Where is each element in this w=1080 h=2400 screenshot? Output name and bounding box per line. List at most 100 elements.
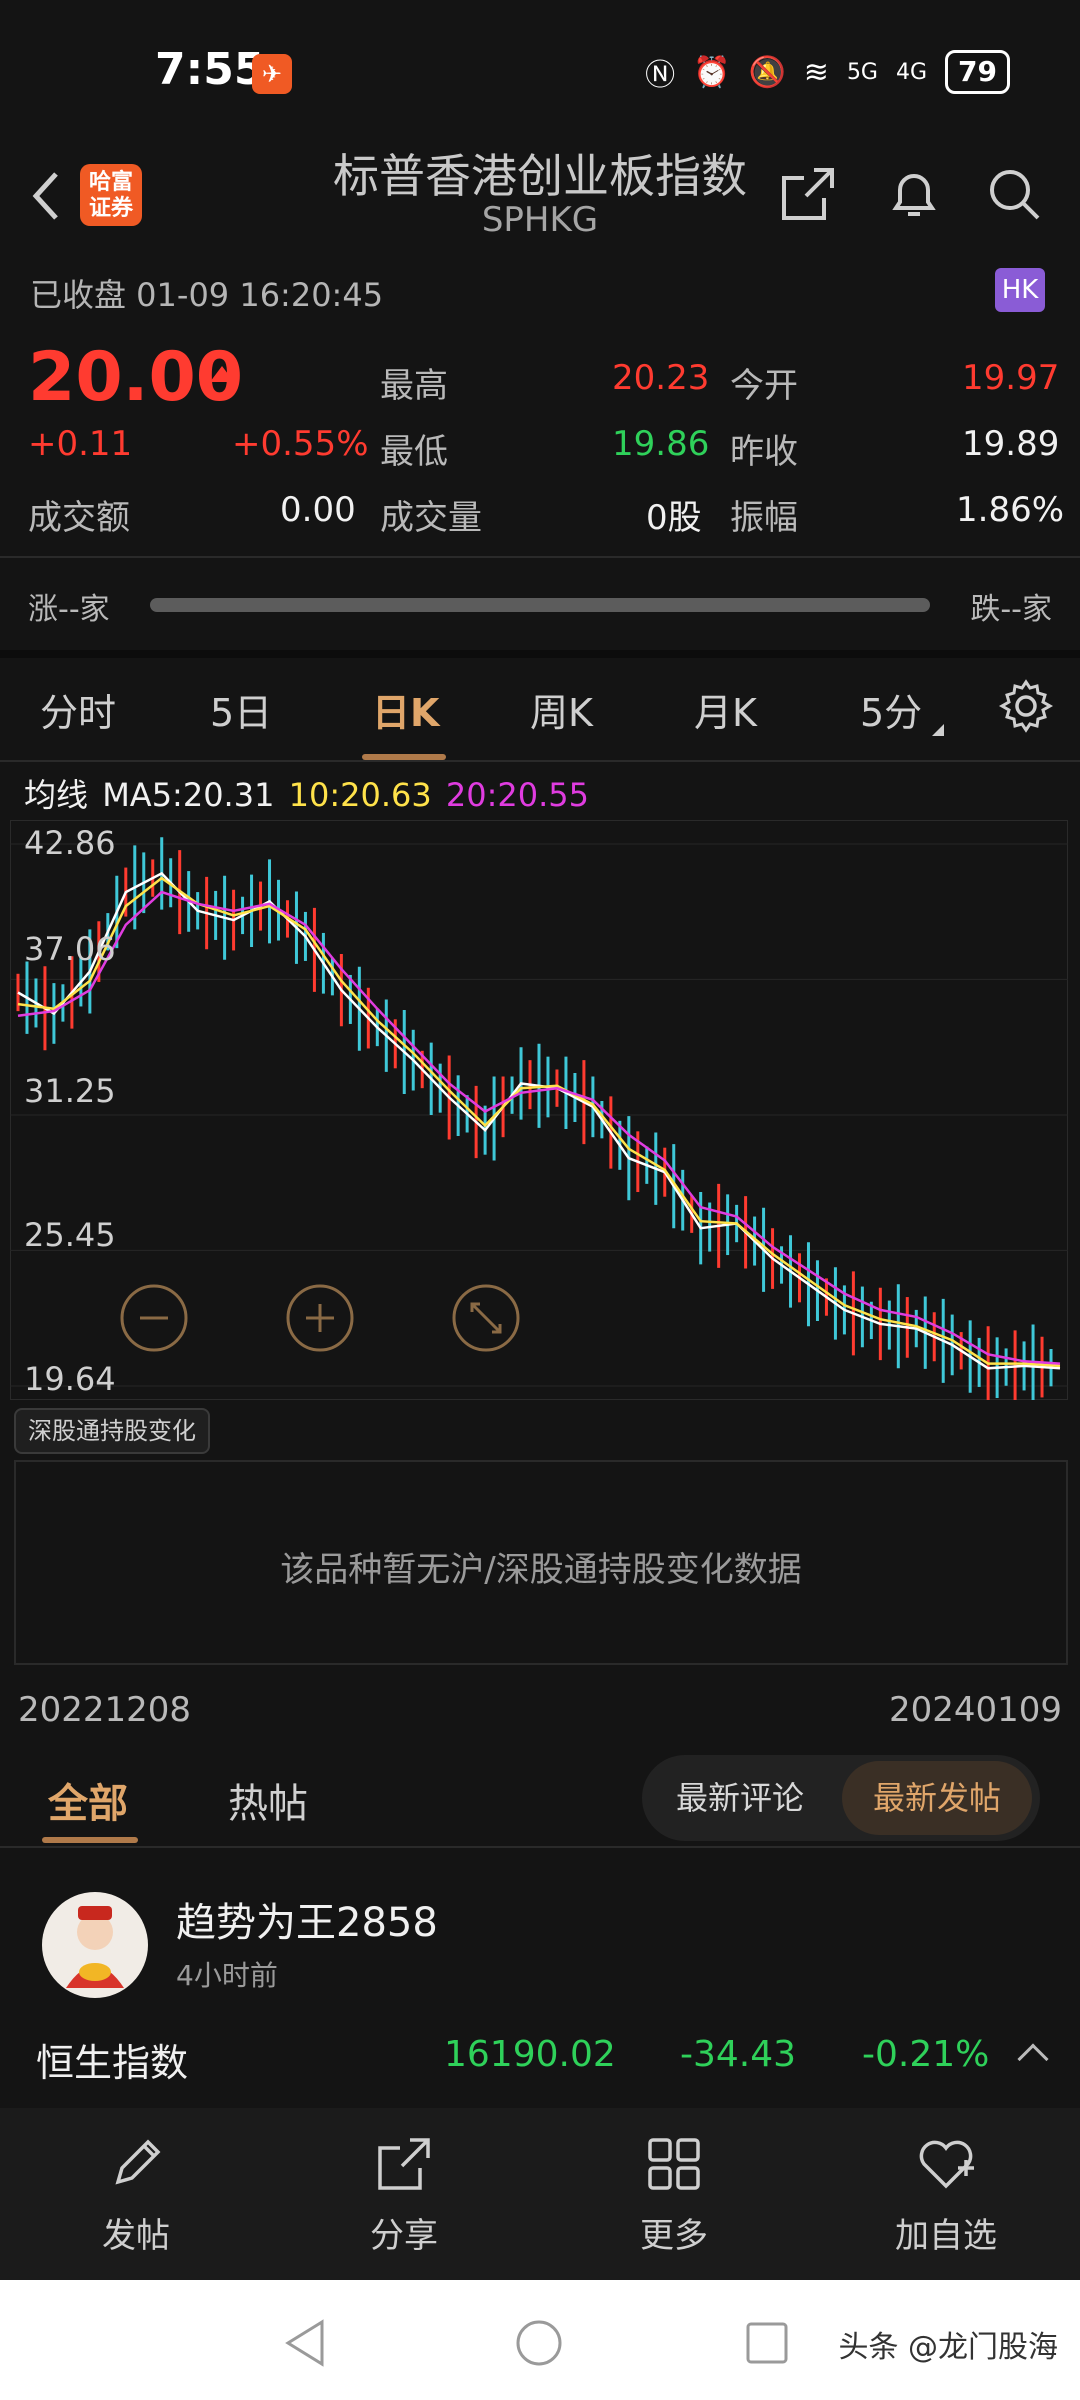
advancers-label: 涨--家 xyxy=(28,592,110,627)
dropdown-triangle-icon xyxy=(932,724,944,736)
ma-legend: 均线 MA5:20.31 10:20.63 20:20.55 xyxy=(24,770,593,816)
index-ticker[interactable]: 恒生指数 16190.02 -34.43 -0.21% xyxy=(0,2020,1080,2100)
tab-monthly-k[interactable]: 月K xyxy=(694,682,757,737)
alarm-icon: ⏰ xyxy=(693,54,731,90)
volume-value: 0股 xyxy=(646,498,702,538)
add-watchlist-button[interactable]: 加自选 xyxy=(876,2132,1016,2257)
y-tick: 25.45 xyxy=(24,1216,116,1254)
network-5g: 5G xyxy=(846,59,878,85)
tab-5min[interactable]: 5分 xyxy=(860,682,922,737)
nav-recents-icon[interactable] xyxy=(744,2320,790,2366)
gear-icon[interactable] xyxy=(998,678,1054,734)
kline-chart[interactable]: 42.86 37.06 31.25 25.45 19.64 xyxy=(10,820,1068,1411)
feed-tabs: 全部 热帖 最新评论 最新发帖 xyxy=(0,1745,1080,1845)
status-time: 7:55 xyxy=(155,44,265,95)
top-nav: 哈富证券 标普香港创业板指数 SPHKG xyxy=(0,140,1080,250)
nav-home-icon[interactable] xyxy=(514,2318,564,2368)
share-label: 分享 xyxy=(370,2216,438,2256)
mute-icon: 🔕 xyxy=(748,54,786,90)
market-breadth: 涨--家 跌--家 xyxy=(0,570,1080,640)
avatar[interactable] xyxy=(42,1892,148,1998)
network-4g: 4G xyxy=(895,59,928,85)
pencil-icon xyxy=(115,2139,161,2185)
low-value: 19.86 xyxy=(612,424,710,464)
battery-icon: 79 xyxy=(945,50,1010,94)
y-tick: 31.25 xyxy=(24,1072,116,1110)
status-icons: Ⓝ ⏰ 🔕 ≋ 5G 4G 79 xyxy=(645,50,1010,94)
divider xyxy=(0,760,1080,762)
app-notification-icon: ✈ xyxy=(252,54,292,94)
post-button[interactable]: 发帖 xyxy=(66,2132,206,2257)
active-tab-indicator xyxy=(42,1837,138,1843)
high-label: 最高 xyxy=(380,366,448,406)
decliners-label: 跌--家 xyxy=(970,592,1052,627)
hold-change-tag[interactable]: 深股通持股变化 xyxy=(14,1408,210,1454)
share-button[interactable]: 分享 xyxy=(334,2132,474,2257)
tab-weekly-k[interactable]: 周K xyxy=(530,682,593,737)
turnover-label: 成交额 xyxy=(28,498,130,538)
fullscreen-icon[interactable] xyxy=(450,1282,522,1354)
ma20-value: 20:20.55 xyxy=(445,776,589,814)
market-badge: HK xyxy=(995,268,1045,312)
search-icon[interactable] xyxy=(982,162,1046,226)
bell-icon[interactable] xyxy=(882,162,946,226)
tab-daily-k[interactable]: 日K xyxy=(372,682,439,737)
heart-plus-icon xyxy=(919,2140,974,2189)
breadth-bar xyxy=(150,598,930,612)
tab-hot[interactable]: 热帖 xyxy=(228,1771,308,1829)
low-label: 最低 xyxy=(380,432,448,472)
watermark: 头条 @龙门股海 xyxy=(838,2330,1058,2365)
sort-latest-posts[interactable]: 最新发帖 xyxy=(842,1761,1032,1835)
ma10-value: 10:20.63 xyxy=(288,776,432,814)
sort-latest-comments[interactable]: 最新评论 xyxy=(642,1755,838,1841)
tab-all[interactable]: 全部 xyxy=(48,1771,128,1829)
open-value: 19.97 xyxy=(962,358,1060,398)
ticker-change-pct: -0.21% xyxy=(862,2034,990,2075)
back-arrow-icon[interactable] xyxy=(28,166,68,226)
more-button[interactable]: 更多 xyxy=(604,2132,744,2257)
post-item[interactable]: 趋势为王2858 4小时前 xyxy=(0,1850,1080,2000)
nav-back-icon[interactable] xyxy=(282,2318,328,2368)
price-change-pct: +0.55% xyxy=(232,424,369,464)
zoom-in-icon[interactable] xyxy=(284,1282,356,1354)
nfc-icon: Ⓝ xyxy=(645,58,676,93)
divider xyxy=(0,1846,1080,1848)
chart-period-tabs: 分时 5日 日K 周K 月K 5分 xyxy=(0,652,1080,762)
prev-close-label: 昨收 xyxy=(730,432,798,472)
tab-5day[interactable]: 5日 xyxy=(210,682,272,737)
ticker-change: -34.43 xyxy=(680,2034,797,2075)
tab-intraday[interactable]: 分时 xyxy=(40,682,116,737)
ticker-name: 恒生指数 xyxy=(36,2041,189,2085)
amplitude-label: 振幅 xyxy=(730,498,798,538)
ticker-code: SPHKG xyxy=(481,200,599,240)
bottom-action-bar: 发帖 分享 更多 加自选 xyxy=(0,2108,1080,2280)
grid-icon xyxy=(648,2138,700,2190)
avatar-image xyxy=(66,1906,124,1988)
empty-message: 该品种暂无沪/深股通持股变化数据 xyxy=(280,1550,802,1590)
watchlist-label: 加自选 xyxy=(895,2216,997,2256)
price-change: +0.11 xyxy=(28,424,133,464)
page-title: 标普香港创业板指数 xyxy=(333,149,747,203)
y-tick: 42.86 xyxy=(24,824,116,862)
sort-segmented-control: 最新评论 最新发帖 xyxy=(642,1755,1040,1841)
chevron-up-icon[interactable] xyxy=(1017,2043,1049,2075)
share-icon[interactable] xyxy=(776,162,840,226)
system-nav-bar: 头条 @龙门股海 xyxy=(0,2280,1080,2400)
brand-logo[interactable]: 哈富证券 xyxy=(80,164,142,226)
zoom-out-icon[interactable] xyxy=(118,1282,190,1354)
post-label: 发帖 xyxy=(102,2216,170,2256)
y-tick: 19.64 xyxy=(24,1360,116,1398)
x-end-date: 20240109 xyxy=(888,1690,1062,1730)
wifi-icon: ≋ xyxy=(803,54,829,90)
y-tick: 37.06 xyxy=(24,930,116,968)
post-author[interactable]: 趋势为王2858 xyxy=(176,1890,438,1948)
prev-close-value: 19.89 xyxy=(962,424,1060,464)
turnover-value: 0.00 xyxy=(280,490,356,530)
high-value: 20.23 xyxy=(612,358,710,398)
divider xyxy=(0,556,1080,558)
more-label: 更多 xyxy=(640,2216,708,2256)
ma-prefix: 均线 xyxy=(24,776,89,814)
hold-change-panel: 该品种暂无沪/深股通持股变化数据 xyxy=(14,1460,1068,1665)
post-time: 4小时前 xyxy=(176,1959,278,1992)
amplitude-value: 1.86% xyxy=(956,490,1065,530)
